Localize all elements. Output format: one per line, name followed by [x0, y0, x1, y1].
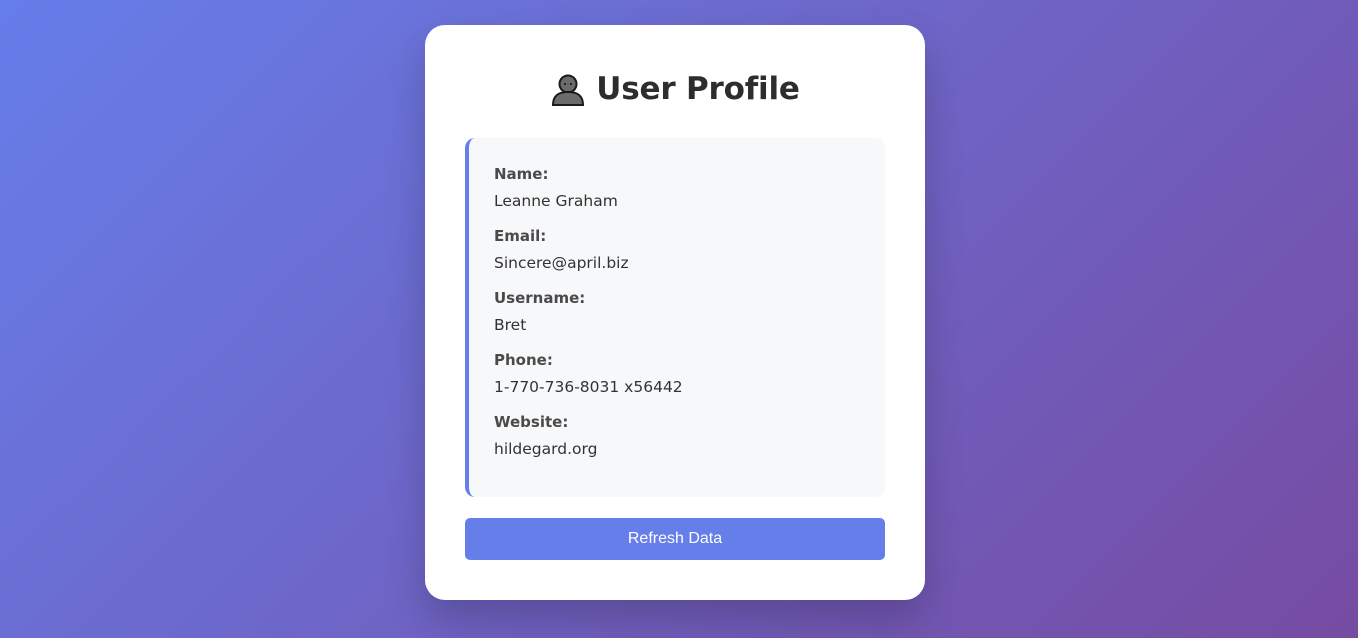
- field-username: Username: Bret: [494, 288, 860, 336]
- field-value: Leanne Graham: [494, 192, 618, 210]
- field-label: Email:: [494, 227, 547, 245]
- page-title: User Profile: [596, 71, 800, 107]
- user-icon: [550, 71, 586, 107]
- field-value: Bret: [494, 316, 527, 334]
- field-value: hildegard.org: [494, 440, 598, 458]
- field-label: Phone:: [494, 351, 553, 369]
- field-website: Website: hildegard.org: [494, 412, 860, 460]
- field-name: Name: Leanne Graham: [494, 164, 860, 212]
- field-email: Email: Sincere@april.biz: [494, 226, 860, 274]
- profile-card: User Profile Name: Leanne Graham Email: …: [425, 25, 925, 600]
- user-info-panel: Name: Leanne Graham Email: Sincere@april…: [465, 138, 885, 497]
- refresh-data-button[interactable]: Refresh Data: [465, 518, 885, 560]
- field-label: Website:: [494, 413, 569, 431]
- field-value: Sincere@april.biz: [494, 254, 629, 272]
- field-phone: Phone: 1-770-736-8031 x56442: [494, 350, 860, 398]
- field-label: Name:: [494, 165, 549, 183]
- header: User Profile: [465, 65, 885, 113]
- field-label: Username:: [494, 289, 586, 307]
- field-value: 1-770-736-8031 x56442: [494, 378, 683, 396]
